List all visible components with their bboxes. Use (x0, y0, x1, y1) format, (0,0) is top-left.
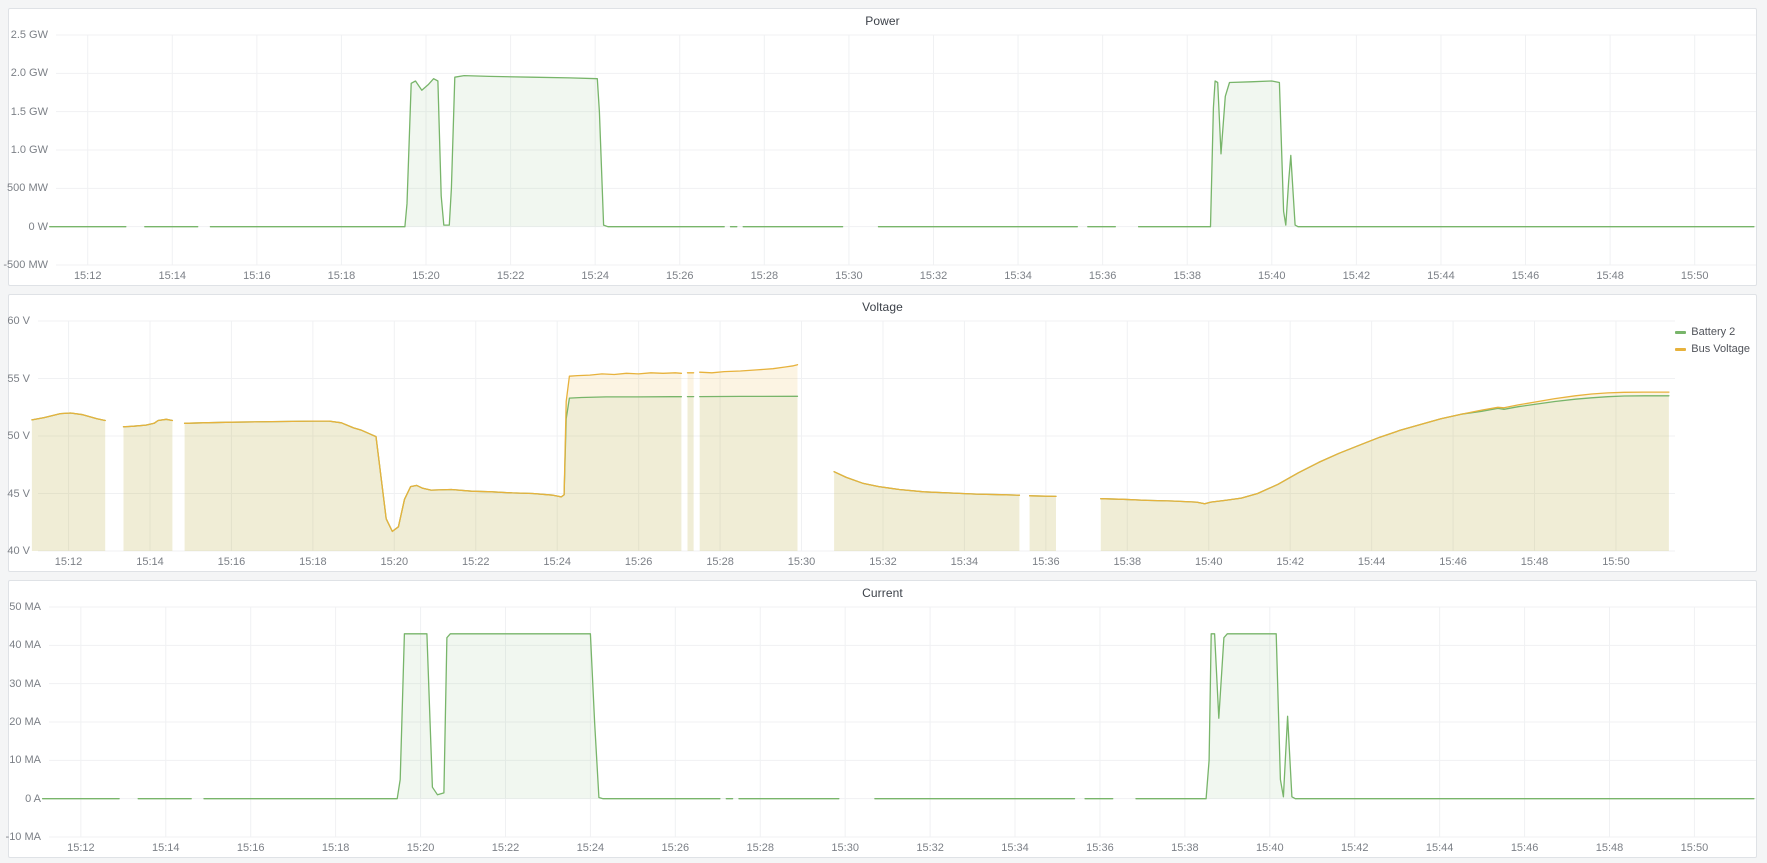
bus-voltage-area (1030, 496, 1056, 551)
current-area (1136, 634, 1754, 799)
x-tick-label: 15:14 (126, 555, 174, 569)
bus-voltage-area (688, 373, 694, 551)
x-tick-label: 15:30 (825, 269, 873, 283)
grafana-dashboard: { "page_bg": "#f4f5f6", "colors": { "gre… (0, 0, 1767, 863)
x-tick-label: 15:38 (1161, 841, 1209, 855)
y-tick-label: 45 V (0, 487, 30, 501)
x-tick-label: 15:30 (821, 841, 869, 855)
x-tick-label: 15:50 (1671, 269, 1719, 283)
y-tick-label: 0 W (0, 220, 48, 234)
x-tick-label: 15:12 (64, 269, 112, 283)
power-area (1139, 81, 1754, 227)
x-tick-label: 15:42 (1266, 555, 1314, 569)
y-tick-label: 10 MA (0, 753, 41, 767)
x-tick-label: 15:34 (994, 269, 1042, 283)
x-tick-label: 15:32 (909, 269, 957, 283)
x-tick-label: 15:48 (1586, 841, 1634, 855)
y-tick-label: 50 V (0, 429, 30, 443)
x-tick-label: 15:46 (1429, 555, 1477, 569)
current-area (204, 634, 720, 799)
x-tick-label: 15:50 (1592, 555, 1640, 569)
x-tick-label: 15:22 (481, 841, 529, 855)
y-tick-label: 1.5 GW (0, 105, 48, 119)
x-tick-label: 15:28 (696, 555, 744, 569)
x-tick-label: 15:42 (1331, 841, 1379, 855)
y-tick-label: 55 V (0, 372, 30, 386)
x-tick-label: 15:20 (397, 841, 445, 855)
x-tick-label: 15:34 (940, 555, 988, 569)
x-tick-label: 15:26 (656, 269, 704, 283)
bus-voltage-line (1030, 496, 1056, 497)
panel-current: Current -10 MA0 A10 MA20 MA30 MA40 MA50 … (8, 580, 1757, 858)
x-tick-label: 15:14 (148, 269, 196, 283)
x-tick-label: 15:34 (991, 841, 1039, 855)
x-tick-label: 15:16 (207, 555, 255, 569)
y-tick-label: 20 MA (0, 715, 41, 729)
x-tick-label: 15:24 (533, 555, 581, 569)
x-tick-label: 15:32 (906, 841, 954, 855)
panel-power: Power -500 MW0 W500 MW1.0 GW1.5 GW2.0 GW… (8, 8, 1757, 286)
y-tick-label: 30 MA (0, 677, 41, 691)
x-tick-label: 15:32 (859, 555, 907, 569)
y-tick-label: 50 MA (0, 600, 41, 614)
bus-voltage-area (124, 419, 173, 551)
x-tick-label: 15:26 (651, 841, 699, 855)
y-tick-label: 40 V (0, 544, 30, 558)
x-tick-label: 15:24 (566, 841, 614, 855)
x-tick-label: 15:46 (1501, 841, 1549, 855)
y-tick-label: -500 MW (0, 258, 48, 272)
x-tick-label: 15:12 (45, 555, 93, 569)
y-tick-label: 1.0 GW (0, 143, 48, 157)
x-tick-label: 15:40 (1248, 269, 1296, 283)
x-tick-label: 15:28 (736, 841, 784, 855)
x-tick-label: 15:40 (1185, 555, 1233, 569)
power-area (210, 76, 724, 227)
x-tick-label: 15:44 (1416, 841, 1464, 855)
y-tick-label: 40 MA (0, 638, 41, 652)
x-tick-label: 15:46 (1502, 269, 1550, 283)
x-tick-label: 15:30 (778, 555, 826, 569)
x-tick-label: 15:50 (1670, 841, 1718, 855)
x-tick-label: 15:24 (571, 269, 619, 283)
power-plot-area[interactable] (9, 9, 1756, 285)
x-tick-label: 15:18 (317, 269, 365, 283)
x-tick-label: 15:28 (740, 269, 788, 283)
x-tick-label: 15:12 (57, 841, 105, 855)
x-tick-label: 15:18 (312, 841, 360, 855)
x-tick-label: 15:38 (1163, 269, 1211, 283)
x-tick-label: 15:36 (1076, 841, 1124, 855)
x-tick-label: 15:44 (1348, 555, 1396, 569)
x-tick-label: 15:38 (1103, 555, 1151, 569)
bus-voltage-area (700, 365, 798, 551)
x-tick-label: 15:36 (1079, 269, 1127, 283)
x-tick-label: 15:26 (615, 555, 663, 569)
y-tick-label: 2.5 GW (0, 28, 48, 42)
panel-voltage: Voltage Battery 2 Bus Voltage 40 V45 V50… (8, 294, 1757, 572)
x-tick-label: 15:22 (487, 269, 535, 283)
y-tick-label: 2.0 GW (0, 66, 48, 80)
bus-voltage-area (1101, 392, 1669, 551)
y-tick-label: 0 A (0, 792, 41, 806)
x-tick-label: 15:44 (1417, 269, 1465, 283)
y-tick-label: 60 V (0, 314, 30, 328)
x-tick-label: 15:20 (370, 555, 418, 569)
x-tick-label: 15:22 (452, 555, 500, 569)
x-tick-label: 15:40 (1246, 841, 1294, 855)
x-tick-label: 15:36 (1022, 555, 1070, 569)
x-tick-label: 15:48 (1586, 269, 1634, 283)
current-plot-area[interactable] (9, 581, 1756, 857)
bus-voltage-area (32, 413, 105, 551)
y-tick-label: -10 MA (0, 830, 41, 844)
voltage-plot-area[interactable] (9, 295, 1756, 571)
x-tick-label: 15:16 (227, 841, 275, 855)
x-tick-label: 15:20 (402, 269, 450, 283)
x-tick-label: 15:16 (233, 269, 281, 283)
x-tick-label: 15:18 (289, 555, 337, 569)
x-tick-label: 15:42 (1332, 269, 1380, 283)
y-tick-label: 500 MW (0, 181, 48, 195)
x-tick-label: 15:48 (1511, 555, 1559, 569)
x-tick-label: 15:14 (142, 841, 190, 855)
bus-voltage-area (185, 373, 682, 551)
